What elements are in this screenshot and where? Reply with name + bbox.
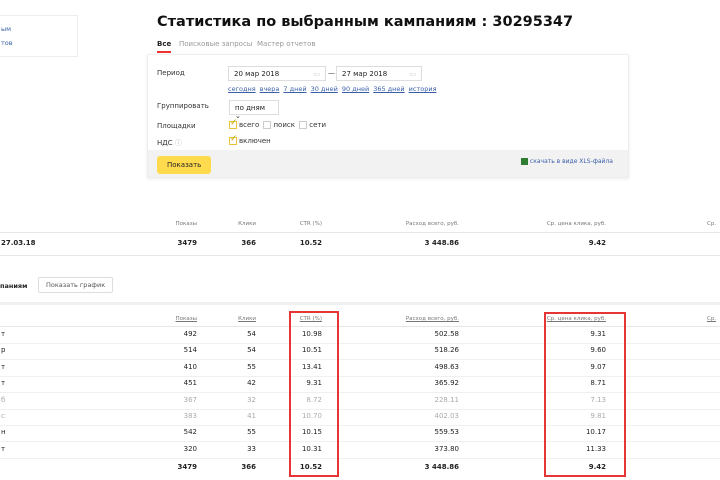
- checkbox-all[interactable]: [229, 118, 238, 129]
- cell-cost: 373.80: [434, 444, 460, 453]
- summary-cost: 3 448.86: [424, 239, 459, 247]
- quick-links: сегодня вчера 7 дней 30 дней 90 дней 365 дней…: [228, 85, 440, 93]
- cell-cost: 518.26: [434, 346, 460, 355]
- summary-ctr: 10.52: [299, 239, 322, 247]
- col-header-extra[interactable]: Ср.: [707, 316, 716, 322]
- row-day: т: [1, 444, 6, 453]
- divider: [0, 302, 720, 305]
- total-clicks: 366: [241, 463, 256, 471]
- date-from-input[interactable]: 20 мар 2018 ▭: [228, 66, 326, 81]
- cell-impressions: 492: [183, 330, 197, 338]
- tab-report-wizard[interactable]: Мастер отчетов: [257, 40, 316, 48]
- col-header-cost[interactable]: Расход всего, руб.: [406, 316, 459, 322]
- highlight-ctr: [289, 311, 339, 477]
- page-title: Статистика по выбранным кампаниям : 3029…: [157, 14, 574, 30]
- cell-clicks: 42: [247, 379, 256, 388]
- col-header-avg-cpc: Ср. цена клика, руб.: [546, 221, 606, 227]
- row-day: б: [1, 395, 6, 404]
- cell-clicks: 33: [247, 444, 256, 453]
- group-select[interactable]: по дням ⌄: [229, 100, 279, 120]
- link-today[interactable]: сегодня: [228, 85, 256, 93]
- cell-impressions: 514: [183, 346, 197, 355]
- row-day: т: [1, 330, 6, 338]
- excel-icon: [521, 158, 528, 165]
- platforms-group: всего поиск сети: [229, 118, 326, 129]
- sidebar-link[interactable]: тов: [1, 39, 13, 47]
- link-yesterday[interactable]: вчера: [260, 85, 280, 93]
- cell-impressions: 367: [183, 395, 197, 404]
- col-header-clicks: Клики: [238, 221, 256, 227]
- link-30-days[interactable]: 30 дней: [311, 85, 338, 93]
- show-chart-button[interactable]: Показать график: [38, 277, 114, 293]
- checkbox-networks[interactable]: [299, 121, 308, 129]
- checkbox-vat[interactable]: [229, 134, 238, 145]
- summary-impressions: 3479: [177, 239, 197, 247]
- row-day: т: [1, 362, 6, 371]
- summary-avg-cpc: 9.42: [588, 239, 606, 247]
- col-header-extra: Ср.: [707, 221, 717, 227]
- col-header-cost: Расход всего, руб.: [405, 221, 459, 227]
- cell-cost: 502.58: [434, 330, 460, 338]
- show-button[interactable]: Показать: [157, 156, 212, 174]
- total-cost: 3 448.86: [424, 463, 459, 471]
- cell-cost: 498.63: [434, 362, 460, 371]
- row-day: н: [1, 428, 6, 437]
- vat-label: НДС ⓘ: [157, 139, 182, 147]
- total-impressions: 3479: [177, 463, 197, 471]
- platforms-label: Площадки: [157, 122, 196, 130]
- divider: [0, 232, 720, 233]
- link-7-days[interactable]: 7 дней: [283, 85, 306, 93]
- row-day: р: [1, 346, 6, 355]
- cell-impressions: 542: [183, 428, 197, 437]
- calendar-icon: ▭: [409, 70, 416, 78]
- cell-impressions: 383: [183, 412, 197, 420]
- link-90-days[interactable]: 90 дней: [342, 85, 369, 93]
- cell-clicks: 54: [247, 346, 256, 355]
- col-header-ctr: CTR (%): [299, 221, 322, 227]
- summary-clicks: 366: [241, 239, 256, 247]
- calendar-icon: ▭: [313, 70, 320, 78]
- col-header-clicks[interactable]: Клики: [238, 316, 256, 322]
- vat-option: включен: [229, 134, 271, 145]
- section-label: паниям: [0, 282, 28, 290]
- summary-date: 27.03.18: [1, 239, 36, 247]
- cell-clicks: 55: [247, 362, 256, 371]
- date-to-input[interactable]: 27 мар 2018 ▭: [336, 66, 422, 81]
- highlight-avg-cpc: [544, 312, 626, 477]
- group-label: Группировать: [157, 102, 209, 110]
- cell-cost: 365.92: [434, 379, 460, 388]
- cell-cost: 559.53: [434, 428, 460, 437]
- cell-cost: 228.11: [434, 395, 460, 404]
- row-day: с: [1, 412, 5, 420]
- cell-cost: 402.03: [434, 412, 460, 420]
- link-history[interactable]: история: [409, 85, 437, 93]
- download-xls-link[interactable]: скачать в виде XLS-файла: [521, 158, 613, 165]
- help-icon[interactable]: ⓘ: [175, 139, 182, 147]
- cell-impressions: 410: [183, 362, 197, 371]
- cell-impressions: 451: [183, 379, 197, 388]
- link-365-days[interactable]: 365 дней: [373, 85, 404, 93]
- sidebar-link[interactable]: ым: [1, 25, 11, 33]
- cell-impressions: 320: [183, 444, 197, 453]
- tab-all[interactable]: Все: [157, 40, 172, 53]
- cell-clicks: 41: [247, 412, 256, 420]
- cell-clicks: 32: [247, 395, 256, 404]
- tab-search-queries[interactable]: Поисковые запросы: [179, 40, 252, 48]
- cell-clicks: 54: [247, 330, 256, 338]
- sidebar-box: ым тов: [0, 15, 78, 57]
- period-label: Период: [157, 69, 185, 77]
- divider: [0, 255, 720, 256]
- row-day: т: [1, 379, 6, 388]
- date-separator: —: [328, 69, 335, 77]
- col-header-impressions: Показы: [175, 221, 197, 227]
- col-header-impressions[interactable]: Показы: [176, 316, 197, 322]
- checkbox-search[interactable]: [263, 121, 272, 129]
- cell-clicks: 55: [247, 428, 256, 437]
